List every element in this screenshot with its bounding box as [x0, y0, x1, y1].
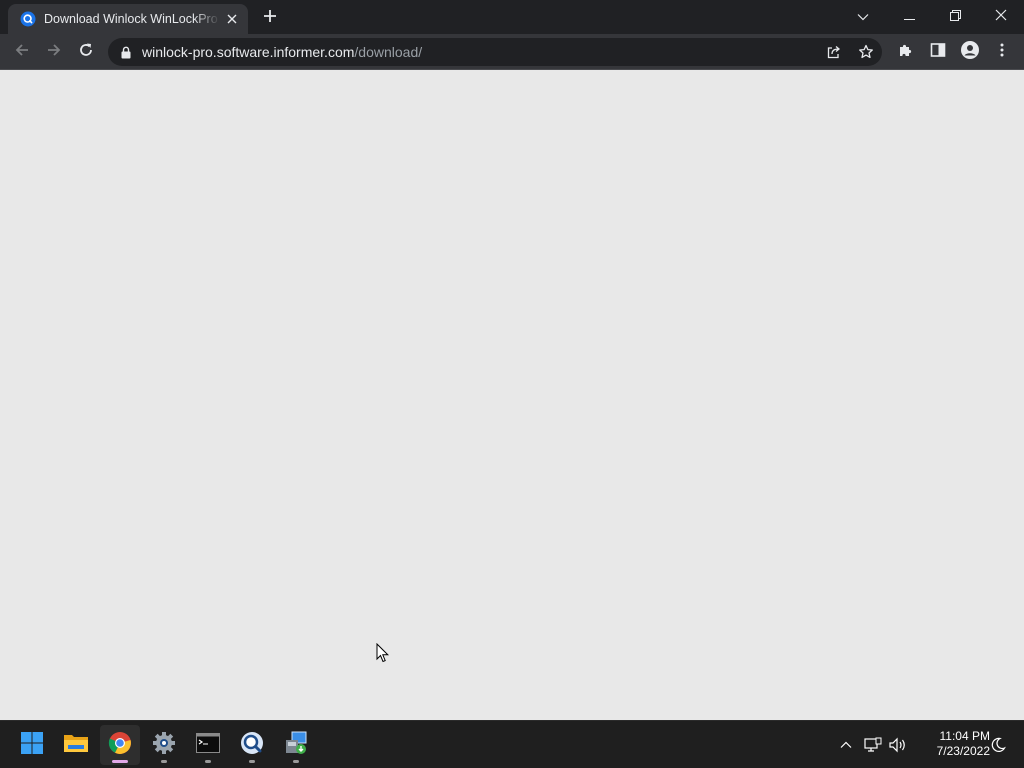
installer-app-icon [284, 731, 308, 760]
close-window-button[interactable] [978, 0, 1024, 34]
share-icon[interactable] [824, 42, 844, 62]
address-bar[interactable]: winlock-pro.software.informer.com/downlo… [108, 38, 882, 66]
forward-arrow-icon [46, 42, 62, 63]
lock-icon[interactable] [118, 44, 134, 60]
restore-button[interactable] [932, 0, 978, 34]
taskbar-file-explorer[interactable] [56, 725, 96, 765]
terminal-icon [196, 732, 220, 758]
windows-start-icon [20, 731, 44, 760]
focus-moon-icon[interactable] [988, 735, 1008, 755]
menu-button[interactable] [988, 38, 1016, 66]
volume-icon[interactable] [888, 735, 908, 755]
taskbar-chrome[interactable] [100, 725, 140, 765]
forward-button[interactable] [40, 38, 68, 66]
extensions-button[interactable] [892, 38, 920, 66]
minimize-button[interactable] [886, 0, 932, 34]
magnifier-app-icon [240, 731, 264, 760]
informer-q-icon [20, 11, 36, 27]
url-text[interactable]: winlock-pro.software.informer.com/downlo… [142, 44, 422, 60]
url-path: /download/ [354, 44, 423, 60]
running-indicator [205, 760, 211, 763]
tab-search-button[interactable] [840, 0, 886, 34]
running-indicator [112, 760, 128, 763]
browser-toolbar: winlock-pro.software.informer.com/downlo… [0, 34, 1024, 70]
clock-date: 7/23/2022 [936, 744, 990, 758]
minimize-icon [903, 8, 915, 26]
running-indicator [293, 760, 299, 763]
back-arrow-icon [14, 42, 30, 63]
extensions-puzzle-icon [898, 42, 914, 63]
browser-titlebar: Download Winlock WinLockPro by Crystal O… [0, 0, 1024, 34]
file-explorer-icon [63, 732, 89, 759]
taskbar-terminal[interactable] [188, 725, 228, 765]
url-host: winlock-pro.software.informer.com [142, 44, 355, 60]
side-panel-icon [930, 42, 946, 63]
start-button[interactable] [12, 725, 52, 765]
tab-active[interactable]: Download Winlock WinLockPro by Crystal O… [8, 4, 248, 34]
back-button[interactable] [8, 38, 36, 66]
profile-icon [961, 40, 979, 64]
menu-kebab-icon [1000, 43, 1004, 62]
network-icon[interactable] [863, 735, 883, 755]
reload-icon [78, 42, 94, 63]
side-panel-button[interactable] [924, 38, 952, 66]
page-content[interactable] [0, 71, 1024, 720]
taskbar-magnifier-app[interactable] [232, 725, 272, 765]
reload-button[interactable] [72, 38, 100, 66]
clock-time: 11:04 PM [939, 729, 990, 743]
new-tab-button[interactable] [258, 7, 282, 29]
profile-button[interactable] [956, 38, 984, 66]
bookmark-star-icon[interactable] [856, 42, 876, 62]
system-clock[interactable]: 11:04 PM 7/23/2022 [910, 729, 990, 759]
running-indicator [161, 760, 167, 763]
settings-gear-icon [152, 731, 176, 760]
taskbar-installer-app[interactable] [276, 725, 316, 765]
chevron-up-icon[interactable] [836, 735, 856, 755]
close-icon[interactable] [224, 11, 240, 27]
running-indicator [249, 760, 255, 763]
tab-title: Download Winlock WinLockPro by Crystal O… [44, 12, 220, 26]
mouse-cursor-icon [376, 642, 390, 663]
plus-icon [263, 9, 277, 28]
restore-icon [949, 8, 961, 26]
windows-taskbar: 11:04 PM 7/23/2022 [0, 720, 1024, 768]
close-icon [995, 8, 1007, 26]
chrome-icon [108, 731, 132, 760]
taskbar-settings[interactable] [144, 725, 184, 765]
chevron-down-icon [857, 8, 869, 26]
